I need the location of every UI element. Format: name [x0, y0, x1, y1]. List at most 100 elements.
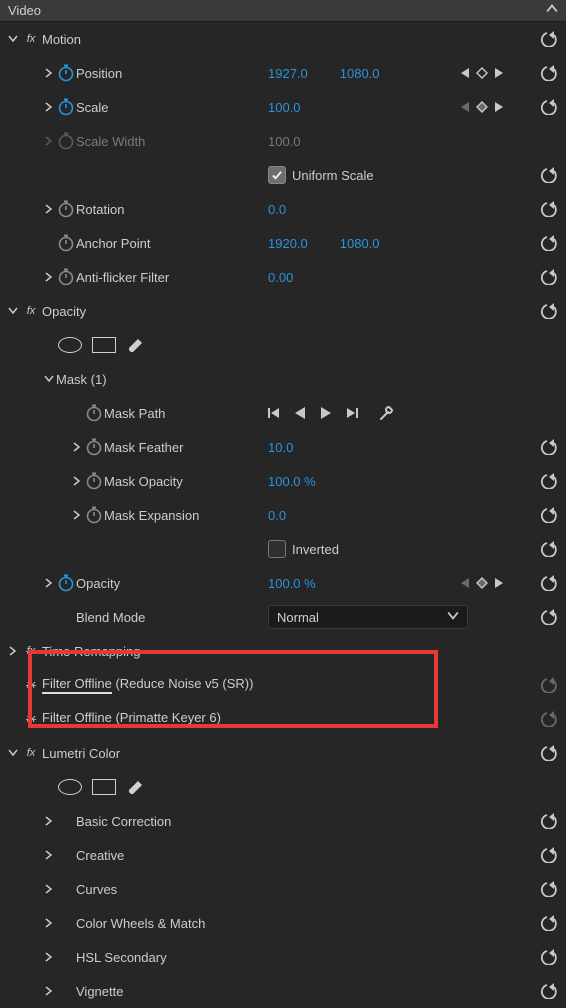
rotation-value[interactable]: 0.0	[268, 202, 286, 217]
caret-right-icon[interactable]	[42, 816, 56, 826]
rect-mask-icon[interactable]	[92, 337, 116, 353]
ellipse-mask-icon[interactable]	[58, 779, 82, 795]
reset-button[interactable]	[538, 201, 558, 217]
anchor-y-value[interactable]: 1080.0	[340, 236, 380, 251]
lumetri-section-curves[interactable]: Curves	[0, 872, 566, 906]
caret-right-icon[interactable]	[42, 204, 56, 214]
reset-button[interactable]	[538, 439, 558, 455]
effect-time-remapping-header[interactable]: fx Time Remapping	[0, 634, 566, 668]
reset-button[interactable]	[538, 541, 558, 557]
collapse-panel-icon[interactable]	[546, 3, 558, 18]
reset-button[interactable]	[538, 745, 558, 761]
caret-right-icon[interactable]	[42, 272, 56, 282]
effect-motion-header[interactable]: fx Motion	[0, 22, 566, 56]
reset-button[interactable]	[538, 269, 558, 285]
prev-keyframe-icon[interactable]	[460, 101, 470, 113]
stopwatch-icon[interactable]	[56, 199, 76, 219]
mask-header[interactable]: Mask (1)	[0, 362, 566, 396]
fx-badge-icon[interactable]: fx	[20, 646, 42, 657]
caret-right-icon[interactable]	[70, 442, 84, 452]
lumetri-section-creative[interactable]: Creative	[0, 838, 566, 872]
pen-mask-icon[interactable]	[126, 778, 144, 796]
effect-filter-offline-1[interactable]: fx Filter Offline (Reduce Noise v5 (SR))	[0, 668, 566, 702]
lumetri-section-wheels[interactable]: Color Wheels & Match	[0, 906, 566, 940]
caret-right-icon[interactable]	[42, 918, 56, 928]
fx-badge-icon[interactable]: fx	[20, 306, 42, 317]
reset-button[interactable]	[538, 609, 558, 625]
reset-button[interactable]	[538, 65, 558, 81]
stopwatch-icon[interactable]	[84, 471, 104, 491]
stopwatch-icon[interactable]	[84, 437, 104, 457]
play-fwd-icon[interactable]	[320, 406, 332, 420]
stopwatch-icon[interactable]	[84, 403, 104, 423]
fx-badge-icon[interactable]: fx	[20, 748, 42, 759]
reset-button[interactable]	[538, 235, 558, 251]
rect-mask-icon[interactable]	[92, 779, 116, 795]
lumetri-section-basic[interactable]: Basic Correction	[0, 804, 566, 838]
stopwatch-icon[interactable]	[56, 63, 76, 83]
effect-opacity-header[interactable]: fx Opacity	[0, 294, 566, 328]
position-y-value[interactable]: 1080.0	[340, 66, 380, 81]
opacity-value[interactable]: 100.0 %	[268, 576, 316, 591]
effect-filter-offline-2[interactable]: fx Filter Offline (Primatte Keyer 6)	[0, 702, 566, 736]
reset-button[interactable]	[538, 847, 558, 863]
reset-button[interactable]	[538, 473, 558, 489]
prev-keyframe-icon[interactable]	[460, 67, 470, 79]
reset-button[interactable]	[538, 983, 558, 999]
stopwatch-icon[interactable]	[56, 233, 76, 253]
anchor-x-value[interactable]: 1920.0	[268, 236, 308, 251]
reset-button[interactable]	[538, 677, 558, 693]
caret-down-icon[interactable]	[6, 306, 20, 316]
position-x-value[interactable]: 1927.0	[268, 66, 308, 81]
caret-down-icon[interactable]	[6, 748, 20, 758]
fx-badge-icon[interactable]: fx	[20, 680, 42, 691]
inverted-checkbox[interactable]	[268, 540, 286, 558]
play-back-icon[interactable]	[294, 406, 306, 420]
stopwatch-icon[interactable]	[56, 97, 76, 117]
caret-right-icon[interactable]	[42, 952, 56, 962]
reset-button[interactable]	[538, 167, 558, 183]
reset-button[interactable]	[538, 31, 558, 47]
add-keyframe-icon[interactable]	[476, 101, 488, 113]
mask-expansion-value[interactable]: 0.0	[268, 508, 286, 523]
lumetri-section-hsl[interactable]: HSL Secondary	[0, 940, 566, 974]
caret-right-icon[interactable]	[70, 510, 84, 520]
next-keyframe-icon[interactable]	[494, 101, 504, 113]
antiflicker-value[interactable]: 0.00	[268, 270, 293, 285]
caret-right-icon[interactable]	[42, 884, 56, 894]
reset-button[interactable]	[538, 813, 558, 829]
reset-button[interactable]	[538, 303, 558, 319]
ellipse-mask-icon[interactable]	[58, 337, 82, 353]
scale-value[interactable]: 100.0	[268, 100, 301, 115]
wrench-icon[interactable]	[378, 404, 396, 422]
caret-right-icon[interactable]	[70, 476, 84, 486]
caret-right-icon[interactable]	[42, 68, 56, 78]
caret-right-icon[interactable]	[6, 646, 20, 656]
fx-badge-icon[interactable]: fx	[20, 34, 42, 45]
caret-right-icon[interactable]	[42, 102, 56, 112]
mask-opacity-value[interactable]: 100.0 %	[268, 474, 316, 489]
caret-right-icon[interactable]	[42, 850, 56, 860]
fx-badge-icon[interactable]: fx	[20, 714, 42, 725]
caret-down-icon[interactable]	[42, 374, 56, 384]
prev-keyframe-icon[interactable]	[460, 577, 470, 589]
reset-button[interactable]	[538, 575, 558, 591]
caret-right-icon[interactable]	[42, 578, 56, 588]
blend-mode-select[interactable]: Normal	[268, 605, 468, 629]
reset-button[interactable]	[538, 949, 558, 965]
step-fwd-icon[interactable]	[346, 407, 358, 419]
reset-button[interactable]	[538, 711, 558, 727]
effect-lumetri-header[interactable]: fx Lumetri Color	[0, 736, 566, 770]
reset-button[interactable]	[538, 507, 558, 523]
next-keyframe-icon[interactable]	[494, 577, 504, 589]
stopwatch-icon[interactable]	[84, 505, 104, 525]
caret-down-icon[interactable]	[6, 34, 20, 44]
reset-button[interactable]	[538, 915, 558, 931]
add-keyframe-icon[interactable]	[476, 577, 488, 589]
reset-button[interactable]	[538, 881, 558, 897]
add-keyframe-icon[interactable]	[476, 67, 488, 79]
reset-button[interactable]	[538, 99, 558, 115]
pen-mask-icon[interactable]	[126, 336, 144, 354]
stopwatch-icon[interactable]	[56, 267, 76, 287]
mask-feather-value[interactable]: 10.0	[268, 440, 293, 455]
